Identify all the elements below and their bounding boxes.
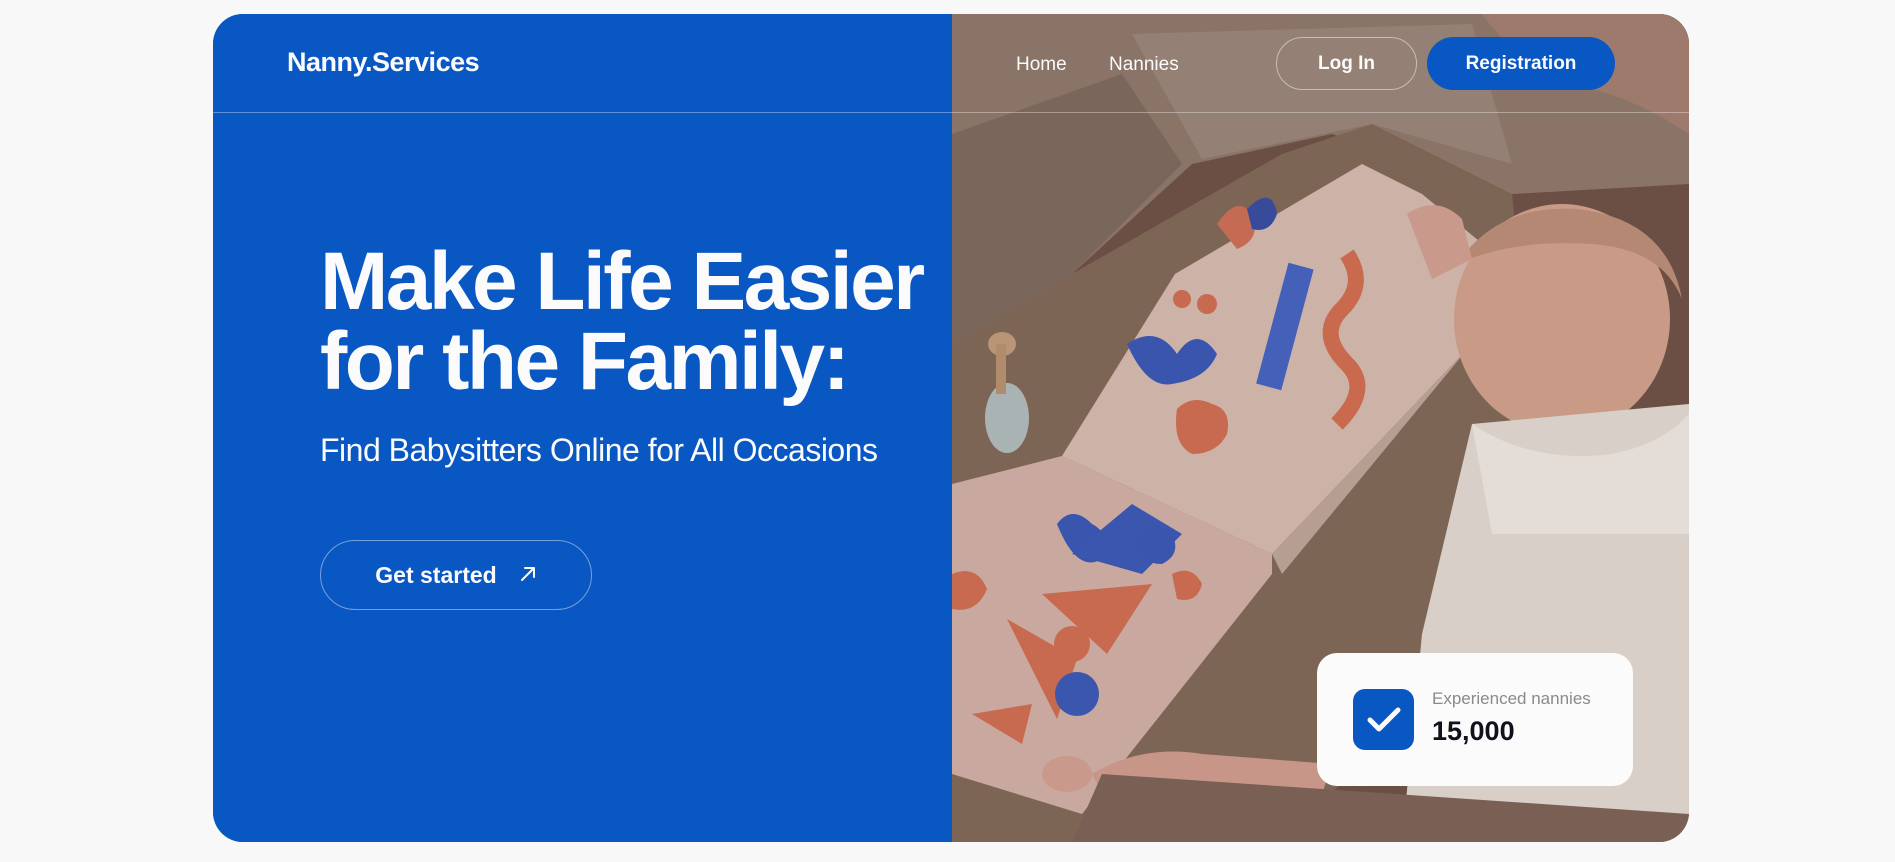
header-divider: [213, 112, 1689, 113]
arrow-up-right-icon: [519, 562, 537, 589]
stat-value: 15,000: [1432, 716, 1515, 746]
get-started-label: Get started: [375, 561, 497, 588]
login-button[interactable]: Log In: [1276, 37, 1417, 90]
experienced-nannies-card: Experienced nannies 15,000: [1317, 653, 1633, 786]
site-logo[interactable]: Nanny.Services: [287, 47, 480, 78]
get-started-button[interactable]: Get started: [320, 540, 592, 610]
hero-title-line-2: for the Family:: [320, 316, 850, 407]
hero-left-panel: [213, 14, 952, 842]
nav-link-home[interactable]: Home: [1016, 54, 1067, 76]
hero-subtitle: Find Babysitters Online for All Occasion…: [320, 432, 878, 468]
stat-label: Experienced nannies: [1432, 689, 1591, 708]
hero-title: Make Life Easier for the Family:: [320, 236, 940, 407]
registration-button[interactable]: Registration: [1427, 37, 1615, 90]
check-icon: [1353, 689, 1414, 750]
nav-link-nannies[interactable]: Nannies: [1109, 54, 1179, 76]
hero-section: Nanny.Services Home Nannies Log In Regis…: [213, 14, 1689, 842]
hero-title-line-1: Make Life Easier: [320, 236, 925, 327]
